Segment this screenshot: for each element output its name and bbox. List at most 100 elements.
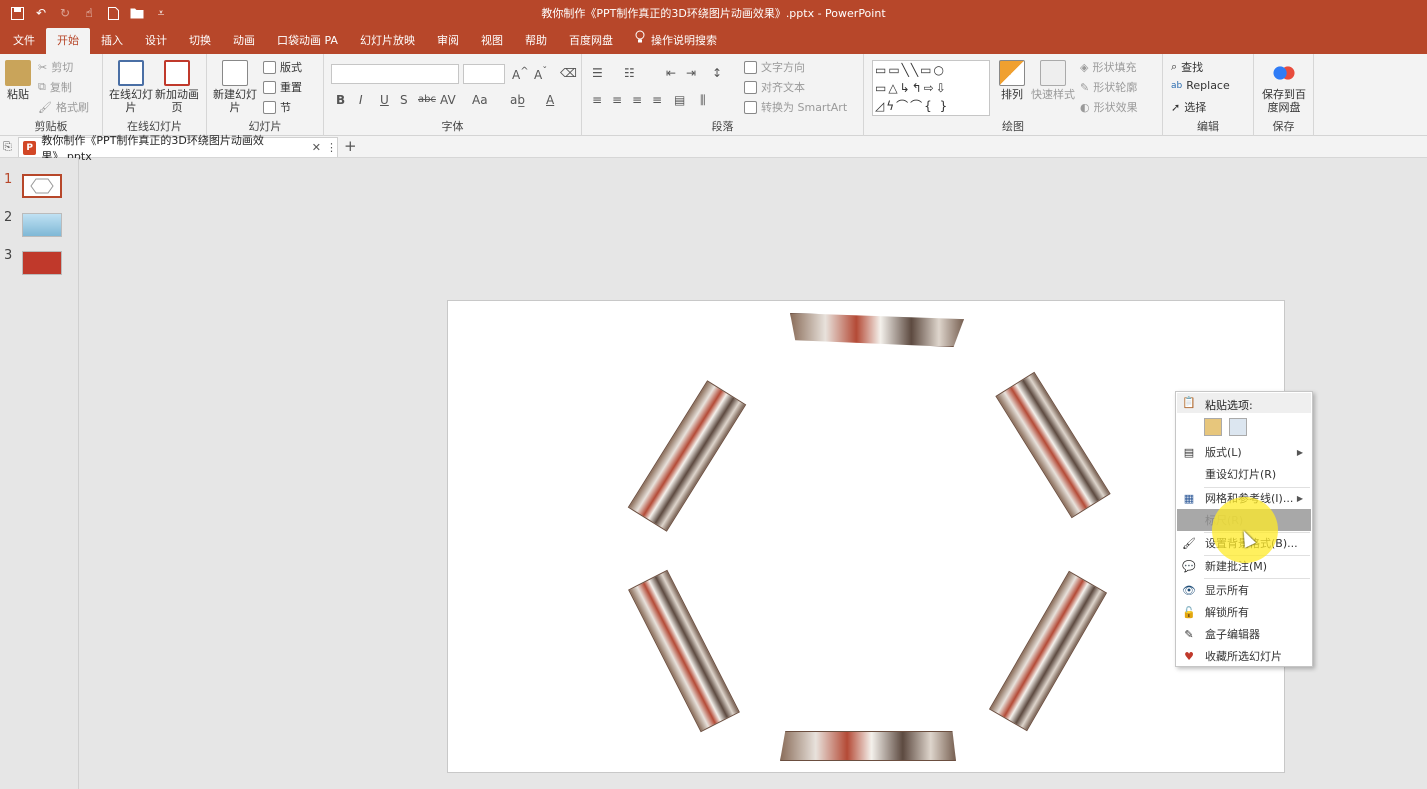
- justify-icon[interactable]: ≡: [652, 93, 662, 107]
- carousel-image-bottom[interactable]: [780, 731, 956, 761]
- carousel-image-lower-left[interactable]: [628, 569, 740, 733]
- tab-file[interactable]: 文件: [2, 28, 46, 54]
- align-text-button[interactable]: 对齐文本: [744, 79, 805, 95]
- menu-item-unlock-all[interactable]: 🔓 解锁所有: [1177, 601, 1311, 623]
- line-spacing-icon[interactable]: ↕: [712, 66, 722, 80]
- new-slide-icon: [222, 60, 248, 86]
- cut-button[interactable]: ✂ 剪切: [38, 59, 73, 75]
- unlock-icon: 🔓: [1182, 605, 1196, 619]
- reset-button[interactable]: 重置: [263, 79, 302, 95]
- tab-help[interactable]: 帮助: [514, 28, 558, 54]
- character-spacing-button[interactable]: AV: [440, 93, 456, 107]
- carousel-image-top[interactable]: [790, 313, 964, 347]
- drawing-group: ▭▭╲╲▭○ ▭△↳↰⇨⇩ ◿ϟ⌒⌒{ } 排列 快速样式 ◈ 形状填充 ✎ 形状轮廓 …: [864, 54, 1163, 136]
- paste-picture-icon[interactable]: [1229, 418, 1247, 436]
- shrink-font-icon[interactable]: Aˇ: [534, 66, 547, 82]
- tab-pocket-animation[interactable]: 口袋动画 PA: [266, 28, 349, 54]
- slide-number: 2: [4, 210, 13, 225]
- font-color-button[interactable]: A: [546, 93, 554, 107]
- slide-thumbnail-2[interactable]: [22, 213, 62, 237]
- clear-format-icon[interactable]: ⌫: [560, 66, 577, 80]
- layout-icon: [263, 60, 276, 74]
- numbering-icon[interactable]: ☷: [624, 66, 635, 80]
- menu-item-reset-slide[interactable]: 重设幻灯片(R): [1177, 463, 1311, 485]
- align-center-icon[interactable]: ≡: [612, 93, 622, 107]
- increase-indent-icon[interactable]: ⇥: [686, 66, 696, 80]
- new-animation-page-button[interactable]: 新加动画页: [155, 60, 199, 114]
- save-group-label: 保存: [1272, 120, 1295, 133]
- tab-animations[interactable]: 动画: [222, 28, 266, 54]
- carousel-image-upper-left[interactable]: [627, 380, 747, 532]
- menu-item-layout[interactable]: ▤ 版式(L) ▶: [1177, 441, 1311, 463]
- save-to-baidu-button[interactable]: 保存到百度网盘: [1260, 60, 1308, 114]
- shape-outline-button[interactable]: ✎ 形状轮廓: [1080, 79, 1137, 95]
- smartart-label: 转换为 SmartArt: [761, 101, 848, 114]
- tab-review[interactable]: 审阅: [426, 28, 470, 54]
- cut-label: 剪切: [51, 61, 74, 74]
- new-slide-button[interactable]: 新建幻灯片: [213, 60, 257, 114]
- font-name-select[interactable]: [331, 64, 459, 84]
- quick-styles-button[interactable]: 快速样式: [1030, 60, 1076, 101]
- arrange-button[interactable]: 排列: [998, 60, 1026, 101]
- document-list-icon[interactable]: ⎘: [3, 140, 12, 154]
- font-size-select[interactable]: [463, 64, 505, 84]
- section-icon: [263, 100, 276, 114]
- tab-baidu-netdisk[interactable]: 百度网盘: [558, 28, 624, 54]
- section-button[interactable]: 节: [263, 99, 291, 115]
- decrease-indent-icon[interactable]: ⇤: [666, 66, 676, 80]
- tab-slideshow[interactable]: 幻灯片放映: [349, 28, 426, 54]
- close-tab-icon[interactable]: ✕: [312, 141, 321, 154]
- replace-icon: ab: [1171, 80, 1183, 91]
- shape-fill-button[interactable]: ◈ 形状填充: [1080, 59, 1136, 75]
- columns-icon[interactable]: ⫼: [700, 93, 706, 108]
- italic-button[interactable]: I: [359, 93, 363, 107]
- layout-button[interactable]: 版式: [263, 59, 302, 75]
- text-direction-button[interactable]: 文字方向: [744, 59, 805, 75]
- clipboard-group: 粘贴 ✂ 剪切 ⧉ 复制 🖌 格式刷 剪贴板: [0, 54, 103, 136]
- document-tab[interactable]: P 教你制作《PPT制作真正的3D环绕图片动画效果》.pptx ✕ ⋮: [18, 134, 338, 163]
- add-tab-icon[interactable]: +: [344, 137, 357, 155]
- paste-keep-formatting-icon[interactable]: [1204, 418, 1222, 436]
- tab-home[interactable]: 开始: [46, 28, 90, 54]
- tab-design[interactable]: 设计: [134, 28, 178, 54]
- grow-font-icon[interactable]: A^: [512, 66, 529, 82]
- quick-styles-label: 快速样式: [1031, 88, 1075, 101]
- drawing-group-label: 绘图: [1002, 120, 1024, 133]
- bullets-icon[interactable]: ☰: [592, 66, 603, 80]
- tab-view[interactable]: 视图: [470, 28, 514, 54]
- format-painter-label: 格式刷: [55, 101, 89, 114]
- shape-effects-button[interactable]: ◐ 形状效果: [1080, 99, 1138, 115]
- tell-me-search[interactable]: 操作说明搜索: [624, 28, 728, 54]
- format-painter-button[interactable]: 🖌 格式刷: [38, 99, 89, 115]
- align-left-icon[interactable]: ≡: [592, 93, 602, 107]
- title-bar: ↶ ↻ ☝ ⩡ 教你制作《PPT制作真正的3D环绕图片动画效果》.pptx - …: [0, 0, 1427, 26]
- change-case-button[interactable]: Aa: [472, 93, 488, 107]
- online-slides-button[interactable]: 在线幻灯片: [109, 60, 153, 114]
- align-right-icon[interactable]: ≡: [632, 93, 642, 107]
- tab-menu-icon[interactable]: ⋮: [326, 141, 337, 154]
- convert-smartart-button[interactable]: 转换为 SmartArt: [744, 99, 847, 115]
- paste-button[interactable]: 粘贴: [4, 60, 32, 101]
- carousel-image-upper-right[interactable]: [995, 371, 1111, 519]
- tab-transitions[interactable]: 切换: [178, 28, 222, 54]
- slide-canvas[interactable]: [447, 300, 1285, 773]
- slide-thumbnail-3[interactable]: [22, 251, 62, 275]
- highlight-icon[interactable]: ab̲: [510, 93, 525, 107]
- slide-thumbnail-1[interactable]: [22, 174, 62, 198]
- underline-button[interactable]: U: [380, 93, 389, 107]
- distributed-icon[interactable]: ▤: [674, 93, 685, 107]
- menu-item-box-editor[interactable]: ✎ 盒子编辑器: [1177, 623, 1311, 645]
- bold-button[interactable]: B: [336, 93, 345, 107]
- favorite-heart-icon: ♥: [1184, 649, 1194, 663]
- carousel-image-lower-right[interactable]: [988, 570, 1108, 732]
- menu-item-show-all[interactable]: 👁 显示所有: [1177, 579, 1311, 601]
- tab-insert[interactable]: 插入: [90, 28, 134, 54]
- select-button[interactable]: ➚ 选择: [1171, 99, 1206, 115]
- strikethrough-button[interactable]: abc: [418, 94, 436, 105]
- menu-item-favorite-slides[interactable]: ♥ 收藏所选幻灯片: [1177, 645, 1311, 667]
- shapes-gallery[interactable]: ▭▭╲╲▭○ ▭△↳↰⇨⇩ ◿ϟ⌒⌒{ }: [872, 60, 990, 116]
- copy-button[interactable]: ⧉ 复制: [38, 79, 72, 95]
- find-button[interactable]: ⌕ 查找: [1171, 59, 1203, 75]
- shadow-button[interactable]: S: [400, 93, 408, 107]
- replace-button[interactable]: ab Replace: [1171, 79, 1230, 92]
